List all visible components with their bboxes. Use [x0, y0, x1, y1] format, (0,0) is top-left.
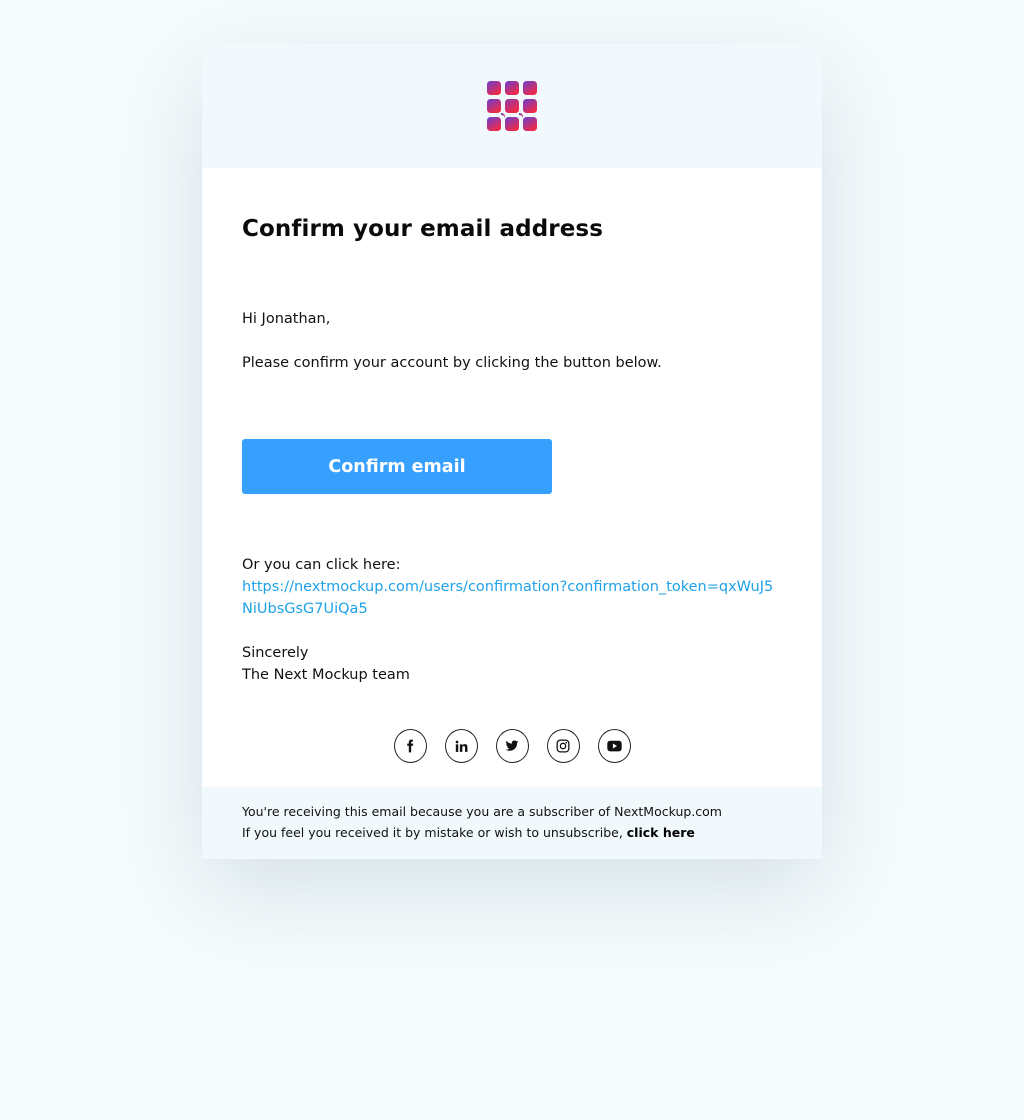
twitter-link[interactable] — [495, 729, 529, 763]
twitter-icon — [505, 740, 519, 751]
email-card: Confirm your email address Hi Jonathan, … — [202, 44, 822, 859]
signoff-line: Sincerely — [242, 645, 309, 661]
instagram-icon — [556, 739, 570, 753]
email-body: Confirm your email address Hi Jonathan, … — [202, 212, 822, 787]
grid-logo-icon — [487, 81, 537, 131]
youtube-icon — [606, 740, 622, 752]
confirmation-link[interactable]: https://nextmockup.com/users/confirmatio… — [242, 576, 782, 620]
social-links — [242, 729, 782, 787]
footer-unsubscribe-text: If you feel you received it by mistake o… — [242, 825, 627, 840]
confirm-email-button[interactable]: Confirm email — [242, 439, 552, 494]
facebook-icon — [407, 739, 414, 753]
instruction-text: Please confirm your account by clicking … — [242, 355, 662, 371]
email-footer: You're receiving this email because you … — [202, 787, 822, 859]
facebook-link[interactable] — [393, 729, 427, 763]
linkedin-link[interactable] — [444, 729, 478, 763]
signoff: Sincerely The Next Mockup team — [242, 642, 782, 686]
linkedin-icon — [455, 740, 467, 752]
greeting-text: Hi Jonathan, — [242, 311, 331, 327]
alt-link-label: Or you can click here: — [242, 557, 401, 573]
email-title: Confirm your email address — [242, 216, 604, 242]
youtube-link[interactable] — [597, 729, 631, 763]
footer-unsubscribe-note: If you feel you received it by mistake o… — [242, 822, 782, 843]
instagram-link[interactable] — [546, 729, 580, 763]
footer-subscription-note: You're receiving this email because you … — [242, 804, 722, 819]
unsubscribe-link[interactable]: click here — [627, 825, 695, 840]
email-header — [202, 44, 822, 168]
signoff-team: The Next Mockup team — [242, 667, 410, 683]
